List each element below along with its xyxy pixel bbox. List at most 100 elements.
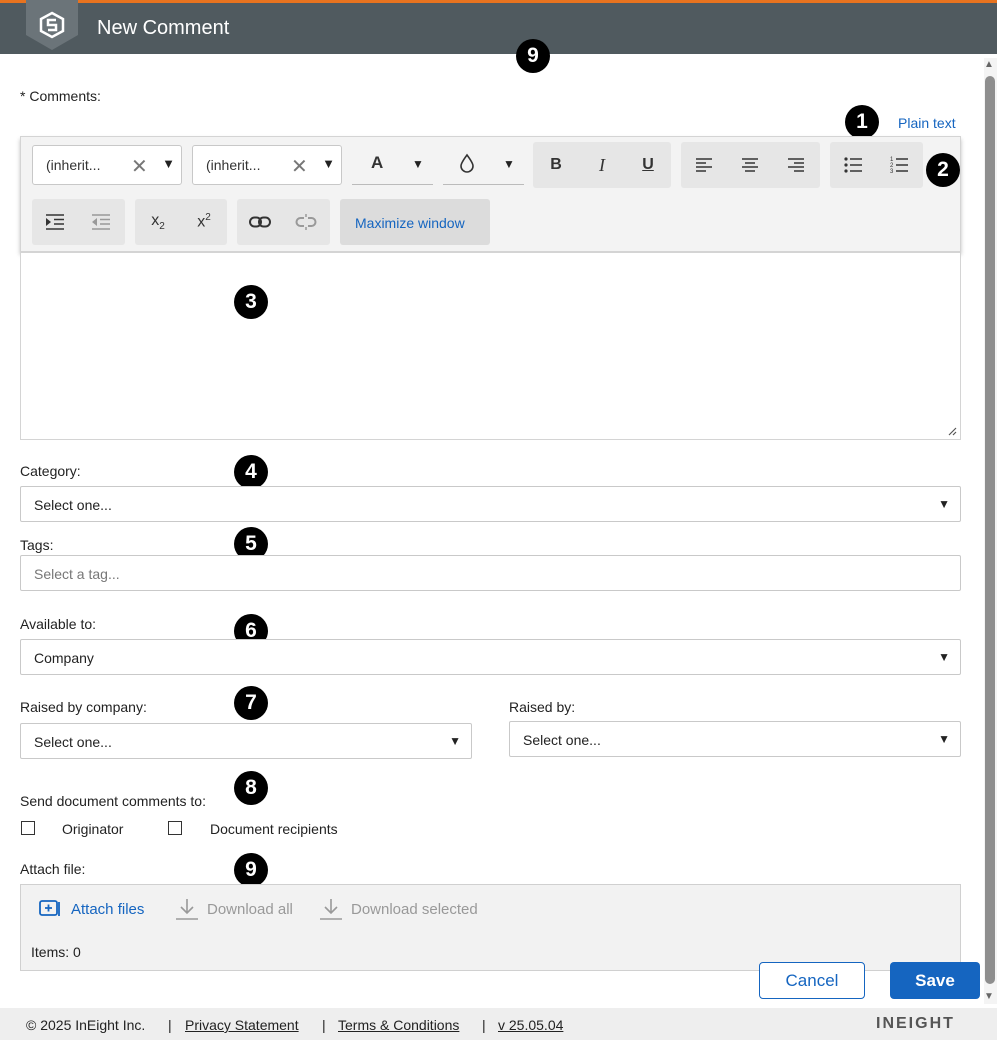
font-color-icon: A [371,153,384,172]
callout-badge-9-bottom: 9 [234,853,268,887]
terms-conditions-link[interactable]: Terms & Conditions [338,1017,459,1033]
superscript-button[interactable]: x2 [184,202,224,242]
scroll-down-icon[interactable]: ▼ [984,991,994,1002]
align-right-button[interactable] [776,145,816,185]
callout-badge-4: 4 [234,455,268,489]
chevron-down-icon: ▼ [938,497,950,511]
font-size-select[interactable]: (inherit... ✕ ▼ [192,145,342,185]
align-center-icon [742,158,758,172]
italic-button[interactable]: I [582,145,622,185]
bulleted-list-button[interactable] [833,145,873,185]
download-selected-label: Download selected [351,901,478,918]
raised-by-company-value: Select one... [34,734,112,750]
rich-text-toolbar: (inherit... ✕ ▼ (inherit... ✕ ▼ A ▼ ▼ B … [20,136,961,252]
tags-input[interactable]: Select a tag... [20,555,961,591]
clear-icon[interactable]: ✕ [131,154,148,179]
callout-badge-8: 8 [234,771,268,805]
font-color-picker[interactable]: A ▼ [352,143,433,185]
background-color-picker[interactable]: ▼ [443,143,524,185]
items-count: Items: 0 [31,944,81,960]
alignment-group [681,142,820,188]
dialog-title: New Comment [97,17,230,39]
originator-label: Originator [62,821,124,837]
attach-file-icon [39,900,60,916]
save-button[interactable]: Save [890,962,980,999]
category-label: Category: [20,463,81,479]
callout-badge-2: 2 [926,153,960,187]
indent-button[interactable] [35,202,75,242]
attachments-panel: Attach files Download all Download selec… [20,884,961,971]
footer-separator: | [482,1017,486,1033]
comments-label: * Comments: [20,88,101,104]
svg-text:3: 3 [890,169,894,174]
remove-link-button[interactable] [286,202,326,242]
footer-separator: | [322,1017,326,1033]
callout-badge-3: 3 [234,285,268,319]
raised-by-label: Raised by: [509,699,576,715]
text-style-group: B I U [533,142,671,188]
category-value: Select one... [34,497,112,513]
underline-button[interactable]: U [628,145,668,185]
link-group [237,199,330,245]
bulleted-list-icon [844,157,862,173]
droplet-icon [460,153,474,173]
indent-icon [46,214,64,230]
download-all-label: Download all [207,901,293,918]
chevron-down-icon[interactable]: ▼ [162,156,175,171]
clear-icon[interactable]: ✕ [291,154,308,179]
chevron-down-icon: ▼ [938,650,950,664]
raised-by-company-select[interactable]: Select one... ▼ [20,723,472,759]
resize-handle-icon[interactable] [948,427,957,436]
originator-checkbox[interactable] [21,821,35,835]
raised-by-select[interactable]: Select one... ▼ [509,721,961,757]
outdent-button[interactable] [81,202,121,242]
download-icon [176,899,198,920]
subscript-button[interactable]: x2 [138,202,178,242]
align-left-button[interactable] [684,145,724,185]
font-family-value: (inherit... [46,157,101,173]
chevron-down-icon[interactable]: ▼ [322,156,335,171]
maximize-window-button[interactable]: Maximize window [340,199,490,245]
brand-logo: INEIGHT [876,1015,955,1032]
attach-files-label: Attach files [71,901,145,918]
dialog-header: New Comment [0,0,997,54]
callout-badge-1: 1 [845,105,879,139]
align-center-button[interactable] [730,145,770,185]
numbered-list-icon: 123 [890,157,908,174]
privacy-statement-link[interactable]: Privacy Statement [185,1017,299,1033]
copyright-text: © 2025 InEight Inc. [26,1017,146,1033]
outdent-icon [92,214,110,230]
superscript-icon: x2 [197,212,211,231]
list-group: 123 [830,142,923,188]
chevron-down-icon: ▼ [938,732,950,746]
document-recipients-checkbox[interactable] [168,821,182,835]
comments-editor[interactable] [20,252,961,440]
available-to-select[interactable]: Company ▼ [20,639,961,675]
tags-label: Tags: [20,537,54,553]
font-family-select[interactable]: (inherit... ✕ ▼ [32,145,182,185]
raised-by-company-label: Raised by company: [20,699,147,715]
scrollbar-thumb[interactable] [985,76,995,984]
indent-group [32,199,125,245]
cancel-button[interactable]: Cancel [759,962,865,999]
chevron-down-icon[interactable]: ▼ [412,157,424,171]
available-to-value: Company [34,650,94,666]
insert-link-button[interactable] [240,202,280,242]
plain-text-link[interactable]: Plain text [898,115,956,131]
bold-button[interactable]: B [536,145,576,185]
maximize-window-label: Maximize window [355,215,465,231]
version-link[interactable]: v 25.05.04 [498,1017,563,1033]
footer: © 2025 InEight Inc. | Privacy Statement … [0,1008,997,1040]
link-icon [249,216,271,228]
numbered-list-button[interactable]: 123 [879,145,919,185]
tags-placeholder: Select a tag... [34,566,120,582]
font-size-value: (inherit... [206,157,261,173]
unlink-icon [295,214,317,230]
chevron-down-icon[interactable]: ▼ [503,157,515,171]
app-logo-icon [26,0,78,50]
align-left-icon [696,158,712,172]
subscript-icon: x2 [151,211,165,233]
category-select[interactable]: Select one... ▼ [20,486,961,522]
align-right-icon [788,158,804,172]
scroll-up-icon[interactable]: ▲ [984,59,994,70]
